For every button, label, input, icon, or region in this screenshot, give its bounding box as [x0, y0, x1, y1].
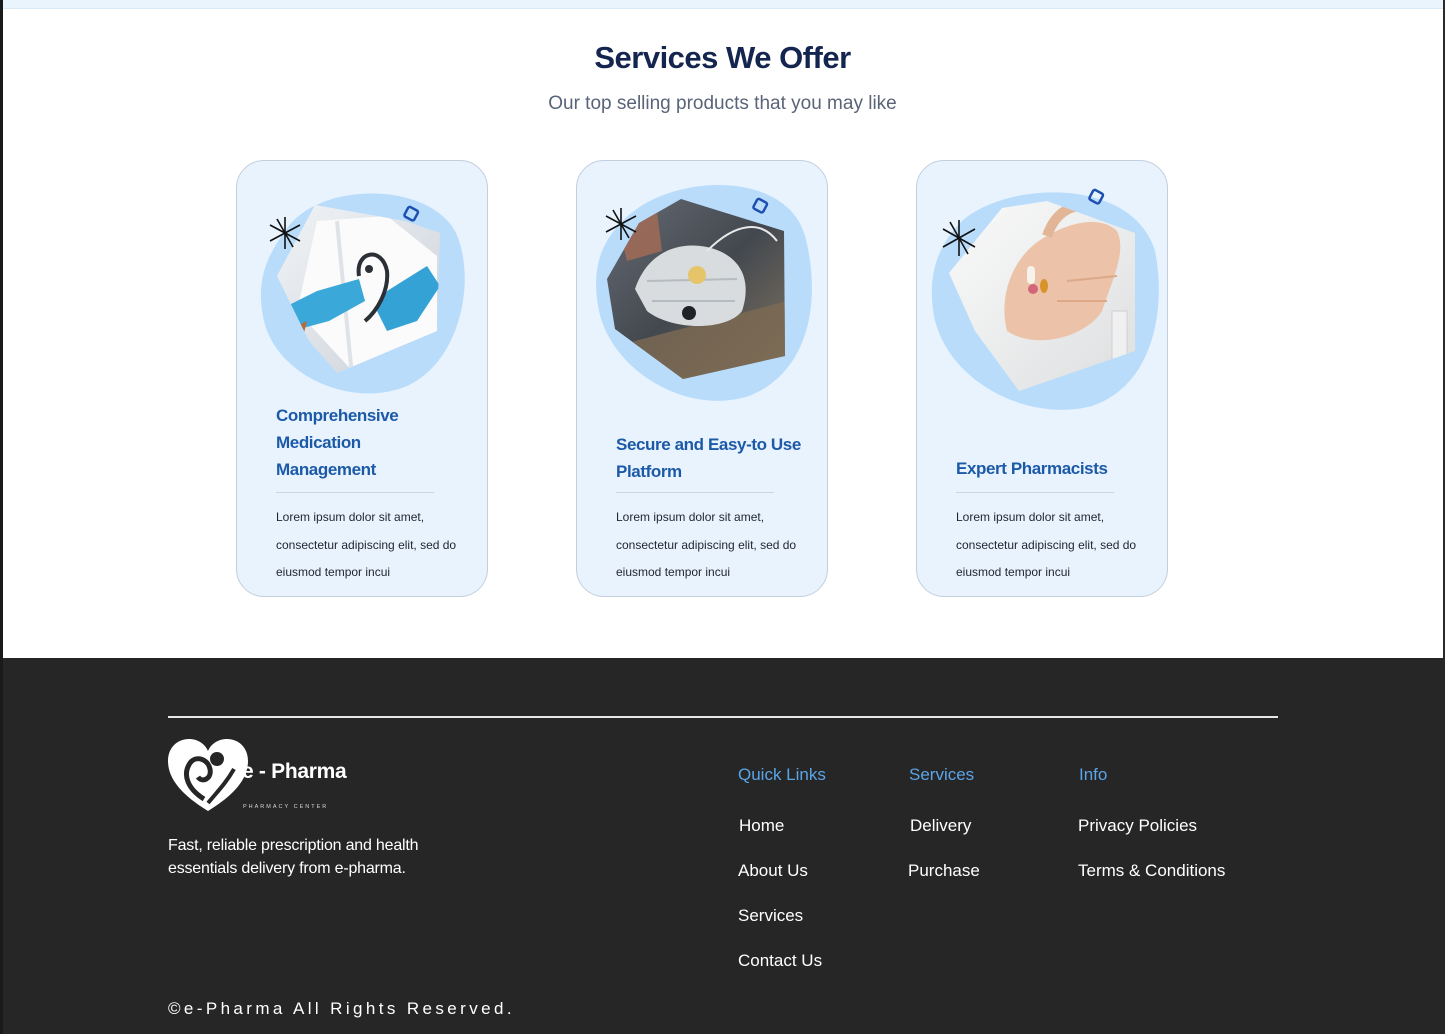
card-description: Lorem ipsum dolor sit amet, consectetur … — [956, 510, 1137, 579]
site-footer: e - Pharma PHARMACY CENTER Fast, reliabl… — [3, 658, 1445, 1034]
card-title: Expert Pharmacists — [956, 459, 1108, 478]
service-image — [260, 193, 465, 394]
logo-name: e - Pharma — [242, 760, 347, 783]
footer-link-purchase[interactable]: Purchase — [908, 861, 980, 881]
service-card: Comprehensive Medication Management Lore… — [236, 160, 488, 597]
section-title: Services We Offer — [594, 40, 851, 75]
footer-link-contact-us[interactable]: Contact Us — [738, 951, 822, 971]
footer-link-about-us[interactable]: About Us — [738, 861, 808, 881]
footer-description: Fast, reliable prescription and health e… — [168, 837, 419, 877]
footer-link-delivery[interactable]: Delivery — [910, 816, 971, 836]
copyright-text: ©e-Pharma All Rights Reserved. — [168, 999, 515, 1018]
card-divider — [956, 492, 1114, 493]
heart-person-logo-icon — [168, 739, 248, 811]
quick-links-heading: Quick Links — [738, 765, 826, 784]
service-card: Secure and Easy-to Use Platform Lorem ip… — [576, 160, 828, 597]
footer-link-terms-conditions[interactable]: Terms & Conditions — [1078, 861, 1225, 881]
footer-link-home[interactable]: Home — [739, 816, 784, 836]
footer-logo[interactable]: e - Pharma PHARMACY CENTER — [168, 739, 368, 814]
service-card: Expert Pharmacists Lorem ipsum dolor sit… — [916, 160, 1168, 597]
logo-tagline: PHARMACY CENTER — [243, 804, 329, 810]
card-divider — [276, 492, 434, 493]
card-title: Secure and Easy-to Use Platform — [616, 435, 801, 481]
card-divider — [616, 492, 774, 493]
footer-link-privacy-policies[interactable]: Privacy Policies — [1078, 816, 1197, 836]
card-description: Lorem ipsum dolor sit amet, consectetur … — [276, 510, 457, 579]
service-image — [596, 185, 812, 401]
card-description: Lorem ipsum dolor sit amet, consectetur … — [616, 510, 797, 579]
previous-section-edge — [3, 0, 1443, 9]
services-heading: Services — [909, 765, 975, 784]
service-image — [931, 188, 1159, 410]
info-heading: Info — [1079, 765, 1108, 784]
footer-link-services[interactable]: Services — [738, 906, 803, 926]
section-subtitle: Our top selling products that you may li… — [548, 93, 897, 114]
card-title: Comprehensive Medication Management — [276, 406, 399, 479]
footer-divider — [168, 716, 1278, 718]
